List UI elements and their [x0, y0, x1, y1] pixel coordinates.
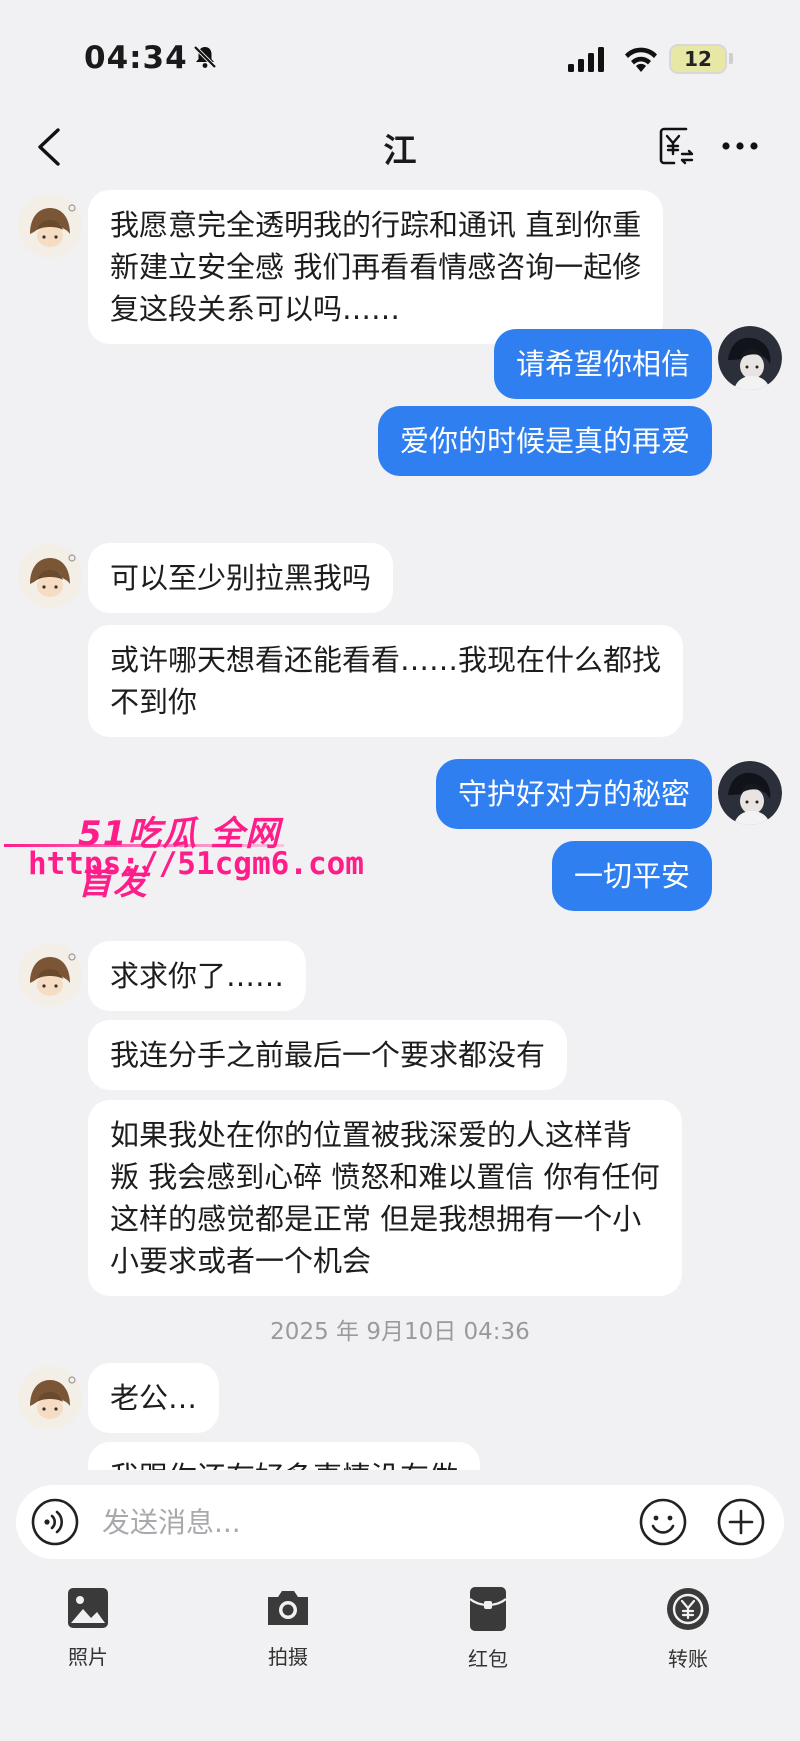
voice-input-icon[interactable]: [30, 1497, 80, 1547]
status-time: 04:34: [84, 40, 188, 76]
message-bubble-incoming[interactable]: 求求你了……: [88, 941, 307, 1011]
message-bubble-outgoing[interactable]: 请希望你相信: [493, 329, 712, 399]
chat-header: 江: [0, 110, 800, 186]
composer-toolbar: 照片 拍摄 红包 转账: [0, 1585, 800, 1695]
message-bubble-incoming[interactable]: 我跟你还有好多事情没有做: [88, 1442, 481, 1470]
toolbar-transfer-button[interactable]: 转账: [638, 1585, 738, 1685]
message-text: 我跟你还有好多事情没有做: [110, 1460, 458, 1470]
message-bubble-incoming[interactable]: 如果我处在你的位置被我深爱的人这样背 叛 我会感到心碎 愤怒和难以置信 你有任何…: [88, 1100, 682, 1296]
toolbar-camera-button[interactable]: 拍摄: [238, 1585, 338, 1685]
toolbar-label: 红包: [468, 1647, 508, 1671]
message-bubble-outgoing[interactable]: 爱你的时候是真的再爱: [377, 406, 712, 476]
wifi-icon: [625, 47, 657, 72]
camera-icon: [268, 1591, 308, 1625]
contact-avatar[interactable]: [18, 1366, 82, 1430]
more-options-icon[interactable]: [716, 124, 764, 168]
emoji-icon[interactable]: [638, 1497, 688, 1547]
battery-tip: [729, 53, 733, 64]
message-bubble-incoming[interactable]: 可以至少别拉黑我吗: [88, 543, 394, 613]
self-avatar[interactable]: [718, 326, 782, 390]
message-text: 爱你的时候是真的再爱: [399, 424, 690, 458]
toolbar-photo-button[interactable]: 照片: [38, 1585, 138, 1685]
message-text: 如果我处在你的位置被我深爱的人这样背 叛 我会感到心碎 愤怒和难以置信 你有任何…: [110, 1118, 660, 1278]
transfer-payment-icon[interactable]: [656, 124, 696, 168]
watermark: 51吃瓜 全网首发 https://51cgm6.com: [0, 806, 364, 903]
message-bubble-incoming[interactable]: 我连分手之前最后一个要求都没有: [88, 1020, 568, 1090]
contact-avatar[interactable]: [18, 943, 82, 1007]
message-text: 请希望你相信: [515, 347, 690, 381]
message-text: 我连分手之前最后一个要求都没有: [110, 1038, 546, 1072]
message-bubble-incoming[interactable]: 我愿意完全透明我的行踪和通讯 直到你重 新建立安全感 我们再看看情感咨询一起修 …: [88, 190, 664, 344]
transfer-icon: [667, 1588, 709, 1630]
battery-indicator: 12: [669, 44, 727, 74]
message-bubble-outgoing[interactable]: 守护好对方的秘密: [435, 759, 712, 829]
message-text: 老公…: [110, 1381, 198, 1415]
message-text: 或许哪天想看还能看看……我现在什么都找 不到你: [110, 643, 662, 719]
message-input[interactable]: [102, 1495, 642, 1549]
battery-level: 12: [684, 47, 712, 71]
toolbar-label: 拍摄: [268, 1645, 308, 1669]
toolbar-red-packet-button[interactable]: 红包: [438, 1585, 538, 1685]
message-text: 守护好对方的秘密: [457, 777, 690, 811]
photo-icon: [68, 1588, 108, 1628]
toolbar-label: 转账: [668, 1647, 708, 1671]
message-bubble-incoming[interactable]: 或许哪天想看还能看看……我现在什么都找 不到你: [88, 625, 684, 737]
message-bubble-outgoing[interactable]: 一切平安: [551, 841, 712, 911]
message-text: 求求你了……: [110, 959, 285, 993]
message-composer: [16, 1485, 784, 1559]
toolbar-label: 照片: [68, 1645, 108, 1669]
message-text: 可以至少别拉黑我吗: [110, 561, 372, 595]
red-packet-icon: [469, 1587, 507, 1631]
watermark-url: https://51cgm6.com: [28, 846, 364, 882]
self-avatar[interactable]: [718, 761, 782, 825]
message-list[interactable]: 我愿意完全透明我的行踪和通讯 直到你重 新建立安全感 我们再看看情感咨询一起修 …: [0, 186, 800, 1470]
contact-avatar[interactable]: [18, 194, 82, 258]
bell-muted-icon: [193, 45, 217, 69]
message-text: 一切平安: [573, 859, 690, 893]
add-attachment-icon[interactable]: [716, 1497, 766, 1547]
message-timestamp: 2025 年 9月10日 04:36: [270, 1319, 530, 1345]
message-text: 我愿意完全透明我的行踪和通讯 直到你重 新建立安全感 我们再看看情感咨询一起修 …: [110, 208, 642, 326]
cellular-signal-icon: [568, 47, 604, 72]
status-bar: 04:34 12: [0, 0, 800, 110]
message-bubble-incoming[interactable]: 老公…: [88, 1363, 220, 1433]
contact-avatar[interactable]: [18, 544, 82, 608]
